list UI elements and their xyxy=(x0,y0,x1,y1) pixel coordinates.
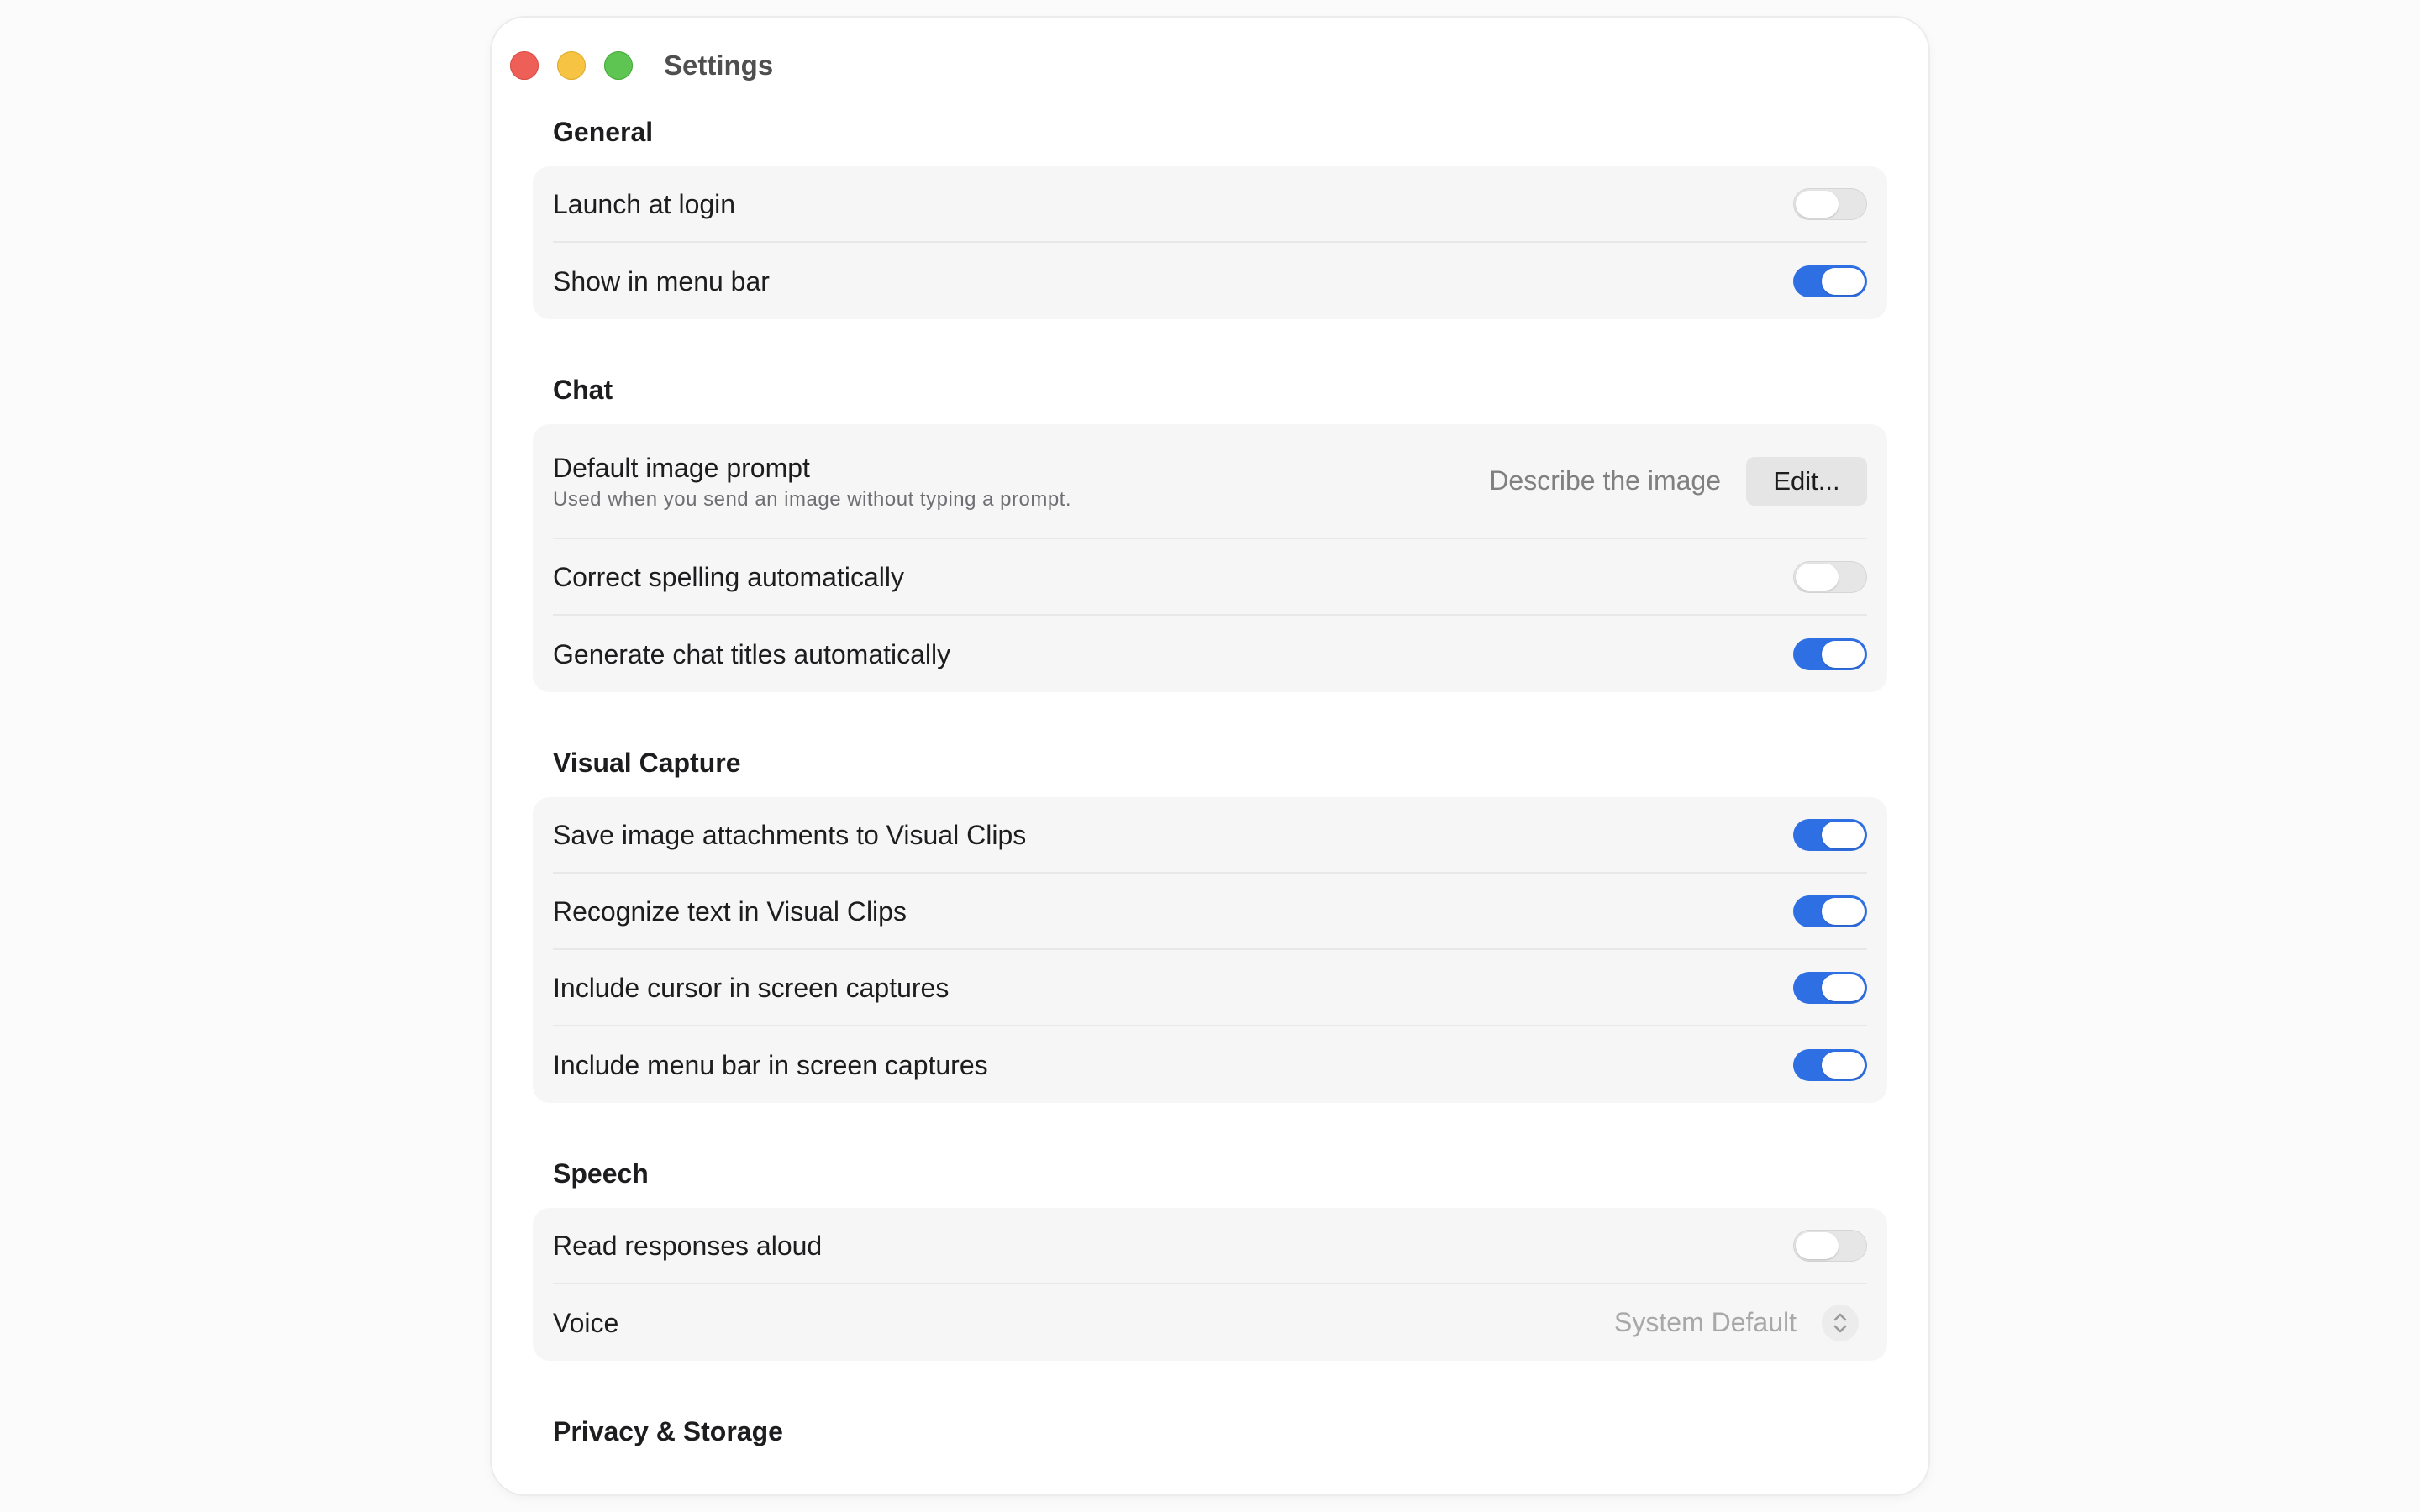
section-title-privacy-storage: Privacy & Storage xyxy=(553,1416,783,1446)
correct-spelling-toggle[interactable] xyxy=(1793,560,1867,593)
toggle-knob xyxy=(1822,974,1865,1001)
generate-titles-toggle[interactable] xyxy=(1793,638,1867,670)
default-image-prompt-description: Used when you send an image without typi… xyxy=(553,487,1072,511)
settings-window: Settings General Launch at login Show in… xyxy=(492,18,1928,1494)
section-title-chat: Chat xyxy=(553,375,613,405)
window-title: Settings xyxy=(664,50,774,81)
toggle-knob xyxy=(1796,563,1839,591)
row-show-in-menu-bar: Show in menu bar xyxy=(553,243,1867,319)
recognize-text-toggle[interactable] xyxy=(1793,895,1867,927)
include-menu-bar-label: Include menu bar in screen captures xyxy=(553,1049,988,1080)
title-bar: Settings xyxy=(492,18,1928,83)
row-default-image-prompt: Default image prompt Used when you send … xyxy=(553,424,1867,539)
toggle-knob xyxy=(1822,821,1865,848)
toggle-knob xyxy=(1822,897,1865,925)
toggle-knob xyxy=(1822,1051,1865,1079)
edit-prompt-button[interactable]: Edit... xyxy=(1746,456,1867,506)
row-generate-titles: Generate chat titles automatically xyxy=(553,616,1867,692)
read-aloud-toggle[interactable] xyxy=(1793,1229,1867,1262)
minimize-window-button[interactable] xyxy=(557,51,586,80)
save-attachments-toggle[interactable] xyxy=(1793,818,1867,851)
chevron-up-down-icon[interactable] xyxy=(1822,1304,1859,1341)
section-title-visual-capture: Visual Capture xyxy=(553,748,741,778)
launch-at-login-toggle[interactable] xyxy=(1793,187,1867,220)
show-in-menu-bar-toggle[interactable] xyxy=(1793,265,1867,297)
section-title-general: General xyxy=(553,117,654,147)
toggle-knob xyxy=(1822,640,1865,668)
save-attachments-label: Save image attachments to Visual Clips xyxy=(553,819,1027,850)
row-voice: Voice System Default xyxy=(553,1284,1867,1361)
row-save-attachments: Save image attachments to Visual Clips xyxy=(553,797,1867,874)
voice-label: Voice xyxy=(553,1307,619,1338)
row-recognize-text: Recognize text in Visual Clips xyxy=(553,874,1867,950)
maximize-window-button[interactable] xyxy=(604,51,633,80)
generate-titles-label: Generate chat titles automatically xyxy=(553,638,951,669)
group-general: Launch at login Show in menu bar xyxy=(533,166,1887,319)
toggle-knob xyxy=(1796,1231,1839,1259)
correct-spelling-label: Correct spelling automatically xyxy=(553,561,904,592)
group-speech: Read responses aloud Voice System Defaul… xyxy=(533,1208,1887,1361)
settings-content: General Launch at login Show in menu bar… xyxy=(533,97,1887,1466)
row-launch-at-login: Launch at login xyxy=(553,166,1867,243)
include-cursor-label: Include cursor in screen captures xyxy=(553,972,950,1003)
toggle-knob xyxy=(1796,190,1839,218)
group-chat: Default image prompt Used when you send … xyxy=(533,424,1887,692)
launch-at-login-label: Launch at login xyxy=(553,188,736,219)
include-menu-bar-toggle[interactable] xyxy=(1793,1048,1867,1081)
section-title-speech: Speech xyxy=(553,1158,649,1189)
recognize-text-label: Recognize text in Visual Clips xyxy=(553,895,907,927)
default-image-prompt-value: Describe the image xyxy=(1489,465,1721,496)
include-cursor-toggle[interactable] xyxy=(1793,971,1867,1004)
close-window-button[interactable] xyxy=(510,51,539,80)
read-aloud-label: Read responses aloud xyxy=(553,1230,823,1261)
group-visual-capture: Save image attachments to Visual Clips R… xyxy=(533,797,1887,1103)
show-in-menu-bar-label: Show in menu bar xyxy=(553,265,770,297)
row-include-menu-bar: Include menu bar in screen captures xyxy=(553,1026,1867,1103)
default-image-prompt-label: Default image prompt xyxy=(553,452,810,483)
toggle-knob xyxy=(1822,267,1865,295)
row-read-aloud: Read responses aloud xyxy=(553,1208,1867,1284)
row-correct-spelling: Correct spelling automatically xyxy=(553,539,1867,616)
row-include-cursor: Include cursor in screen captures xyxy=(553,950,1867,1026)
voice-select-value[interactable]: System Default xyxy=(1614,1307,1797,1338)
